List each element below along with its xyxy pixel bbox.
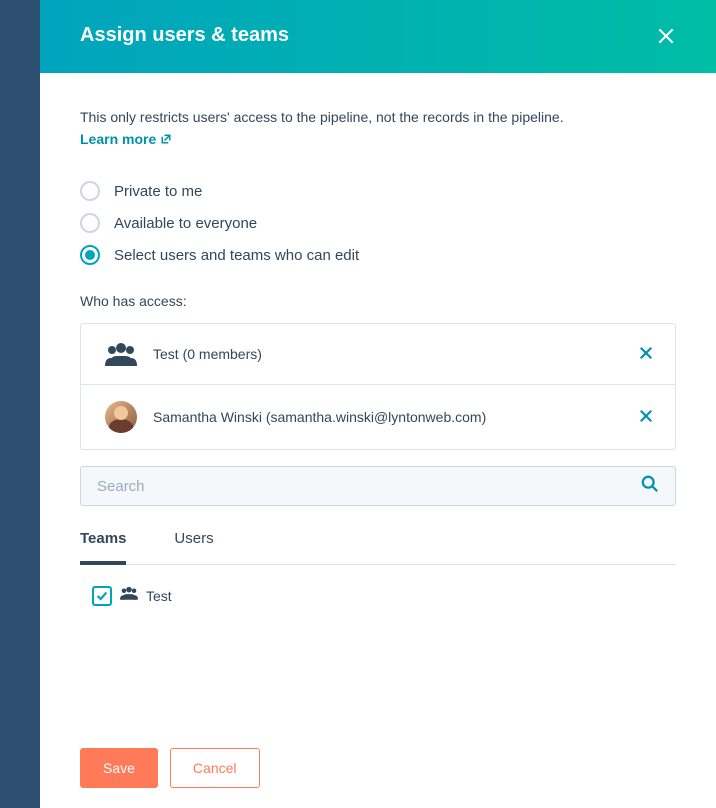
radio-everyone[interactable]: Available to everyone — [80, 213, 676, 233]
radio-icon — [80, 245, 100, 265]
team-icon — [105, 340, 137, 368]
tabs: Teams Users — [80, 516, 676, 565]
radio-group: Private to me Available to everyone Sele… — [80, 181, 676, 265]
radio-label: Select users and teams who can edit — [114, 247, 359, 264]
search-input[interactable] — [97, 478, 641, 495]
assign-modal: Assign users & teams This only restricts… — [40, 0, 716, 808]
search-icon — [641, 475, 659, 498]
learn-more-link[interactable]: Learn more — [80, 131, 172, 147]
radio-private[interactable]: Private to me — [80, 181, 676, 201]
modal-body: This only restricts users' access to the… — [40, 73, 716, 729]
access-row-user: Samantha Winski (samantha.winski@lyntonw… — [81, 384, 675, 449]
tab-users[interactable]: Users — [174, 516, 213, 565]
radio-label: Available to everyone — [114, 215, 257, 232]
access-user-name: Samantha Winski (samantha.winski@lyntonw… — [153, 409, 623, 425]
list-item-label: Test — [146, 588, 172, 604]
list-item[interactable]: Test — [80, 565, 676, 626]
remove-icon[interactable] — [639, 409, 655, 425]
team-icon — [120, 585, 138, 606]
search-box[interactable] — [80, 466, 676, 506]
learn-more-label: Learn more — [80, 131, 156, 147]
radio-icon — [80, 181, 100, 201]
close-icon[interactable] — [656, 26, 676, 46]
access-row-team: Test (0 members) — [81, 324, 675, 384]
external-link-icon — [160, 133, 172, 145]
remove-icon[interactable] — [639, 346, 655, 362]
radio-select[interactable]: Select users and teams who can edit — [80, 245, 676, 265]
modal-footer: Save Cancel — [40, 729, 716, 808]
radio-icon — [80, 213, 100, 233]
access-list: Test (0 members) Samantha Winski (samant… — [80, 323, 676, 450]
avatar — [105, 401, 137, 433]
intro-text: This only restricts users' access to the… — [80, 109, 676, 125]
checkbox[interactable] — [92, 586, 112, 606]
modal-title: Assign users & teams — [80, 24, 289, 47]
access-team-name: Test (0 members) — [153, 346, 623, 362]
cancel-button[interactable]: Cancel — [170, 748, 260, 788]
who-has-access-label: Who has access: — [80, 293, 676, 309]
save-button[interactable]: Save — [80, 748, 158, 788]
radio-label: Private to me — [114, 183, 202, 200]
tab-teams[interactable]: Teams — [80, 516, 126, 565]
modal-header: Assign users & teams — [40, 0, 716, 73]
